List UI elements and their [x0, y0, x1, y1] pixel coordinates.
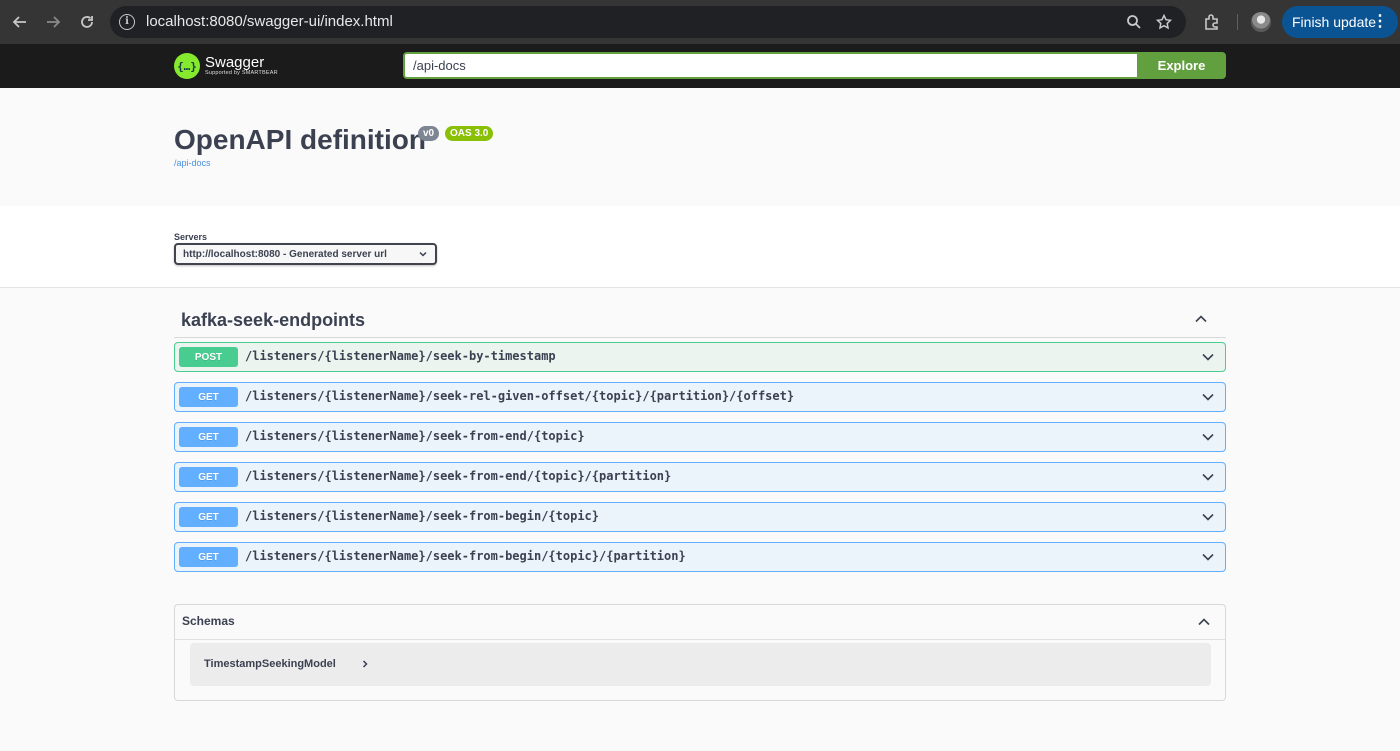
swagger-logo-icon: {…}	[174, 53, 200, 79]
api-docs-link[interactable]: /api-docs	[174, 158, 211, 168]
method-badge: GET	[179, 387, 238, 407]
servers-label: Servers	[174, 232, 208, 242]
method-badge: GET	[179, 507, 238, 527]
profile-avatar[interactable]	[1251, 12, 1271, 32]
operation-row[interactable]: GET /listeners/{listenerName}/seek-from-…	[174, 502, 1226, 532]
address-bar[interactable]: i localhost:8080/swagger-ui/index.html	[110, 6, 1186, 38]
chevron-down-icon[interactable]	[1201, 470, 1215, 484]
operation-path: /listeners/{listenerName}/seek-from-end/…	[245, 469, 672, 483]
chevron-down-icon[interactable]	[1201, 390, 1215, 404]
chevron-up-icon[interactable]	[1194, 312, 1208, 326]
operation-row[interactable]: GET /listeners/{listenerName}/seek-from-…	[174, 462, 1226, 492]
operation-row[interactable]: GET /listeners/{listenerName}/seek-rel-g…	[174, 382, 1226, 412]
version-badge: v0	[418, 126, 440, 141]
oas-badge: OAS 3.0	[445, 126, 494, 141]
spec-url-input[interactable]	[403, 52, 1138, 79]
swagger-logo[interactable]: {…} Swagger Supported by SMARTBEAR	[174, 53, 278, 79]
logo-name: Swagger	[205, 54, 265, 71]
browser-toolbar: i localhost:8080/swagger-ui/index.html F…	[0, 0, 1400, 44]
schemas-header[interactable]: Schemas	[175, 605, 1225, 640]
schemas-title: Schemas	[182, 614, 235, 628]
method-badge: GET	[179, 467, 238, 487]
address-url[interactable]: localhost:8080/swagger-ui/index.html	[146, 13, 393, 30]
page-title: OpenAPI definition	[174, 124, 426, 155]
operation-row[interactable]: POST /listeners/{listenerName}/seek-by-t…	[174, 342, 1226, 372]
schema-model-name: TimestampSeekingModel	[204, 658, 336, 670]
chevron-down-icon[interactable]	[1201, 350, 1215, 364]
forward-icon[interactable]	[41, 10, 65, 34]
toolbar-divider	[1237, 14, 1238, 30]
operation-path: /listeners/{listenerName}/seek-by-timest…	[245, 349, 556, 363]
method-badge: GET	[179, 547, 238, 567]
back-icon[interactable]	[8, 10, 32, 34]
tag-header[interactable]: kafka-seek-endpoints	[174, 300, 1226, 338]
method-badge: POST	[179, 347, 238, 367]
site-info-icon[interactable]: i	[119, 14, 135, 30]
method-badge: GET	[179, 427, 238, 447]
finish-update-button[interactable]: Finish update ⋮	[1282, 6, 1398, 38]
servers-section: Servers http://localhost:8080 - Generate…	[0, 206, 1400, 288]
chevron-up-icon[interactable]	[1197, 615, 1211, 629]
more-vertical-icon: ⋮	[1372, 13, 1388, 30]
operation-path: /listeners/{listenerName}/seek-rel-given…	[245, 389, 795, 403]
chevron-down-icon	[419, 251, 427, 257]
chevron-down-icon[interactable]	[1201, 430, 1215, 444]
operation-path: /listeners/{listenerName}/seek-from-begi…	[245, 509, 600, 523]
zoom-icon[interactable]	[1124, 12, 1144, 32]
servers-selected-value: http://localhost:8080 - Generated server…	[183, 248, 387, 260]
chevron-down-icon[interactable]	[1201, 550, 1215, 564]
schema-model[interactable]: TimestampSeekingModel	[190, 643, 1211, 686]
tag-name: kafka-seek-endpoints	[181, 310, 366, 330]
operation-row[interactable]: GET /listeners/{listenerName}/seek-from-…	[174, 422, 1226, 452]
servers-select[interactable]: http://localhost:8080 - Generated server…	[174, 243, 437, 265]
finish-update-label: Finish update	[1292, 14, 1377, 30]
schemas-section: Schemas TimestampSeekingModel	[174, 604, 1226, 701]
reload-icon[interactable]	[75, 10, 99, 34]
chevron-down-icon[interactable]	[1201, 510, 1215, 524]
chevron-right-icon[interactable]	[360, 659, 370, 669]
explore-button[interactable]: Explore	[1137, 52, 1226, 79]
bookmark-star-icon[interactable]	[1154, 12, 1174, 32]
info-section: OpenAPI definition v0 OAS 3.0 /api-docs	[0, 88, 1400, 206]
operation-path: /listeners/{listenerName}/seek-from-begi…	[245, 549, 686, 563]
logo-subtitle: Supported by SMARTBEAR	[205, 70, 278, 76]
extensions-icon[interactable]	[1200, 10, 1224, 34]
operation-path: /listeners/{listenerName}/seek-from-end/…	[245, 429, 585, 443]
operation-row[interactable]: GET /listeners/{listenerName}/seek-from-…	[174, 542, 1226, 572]
